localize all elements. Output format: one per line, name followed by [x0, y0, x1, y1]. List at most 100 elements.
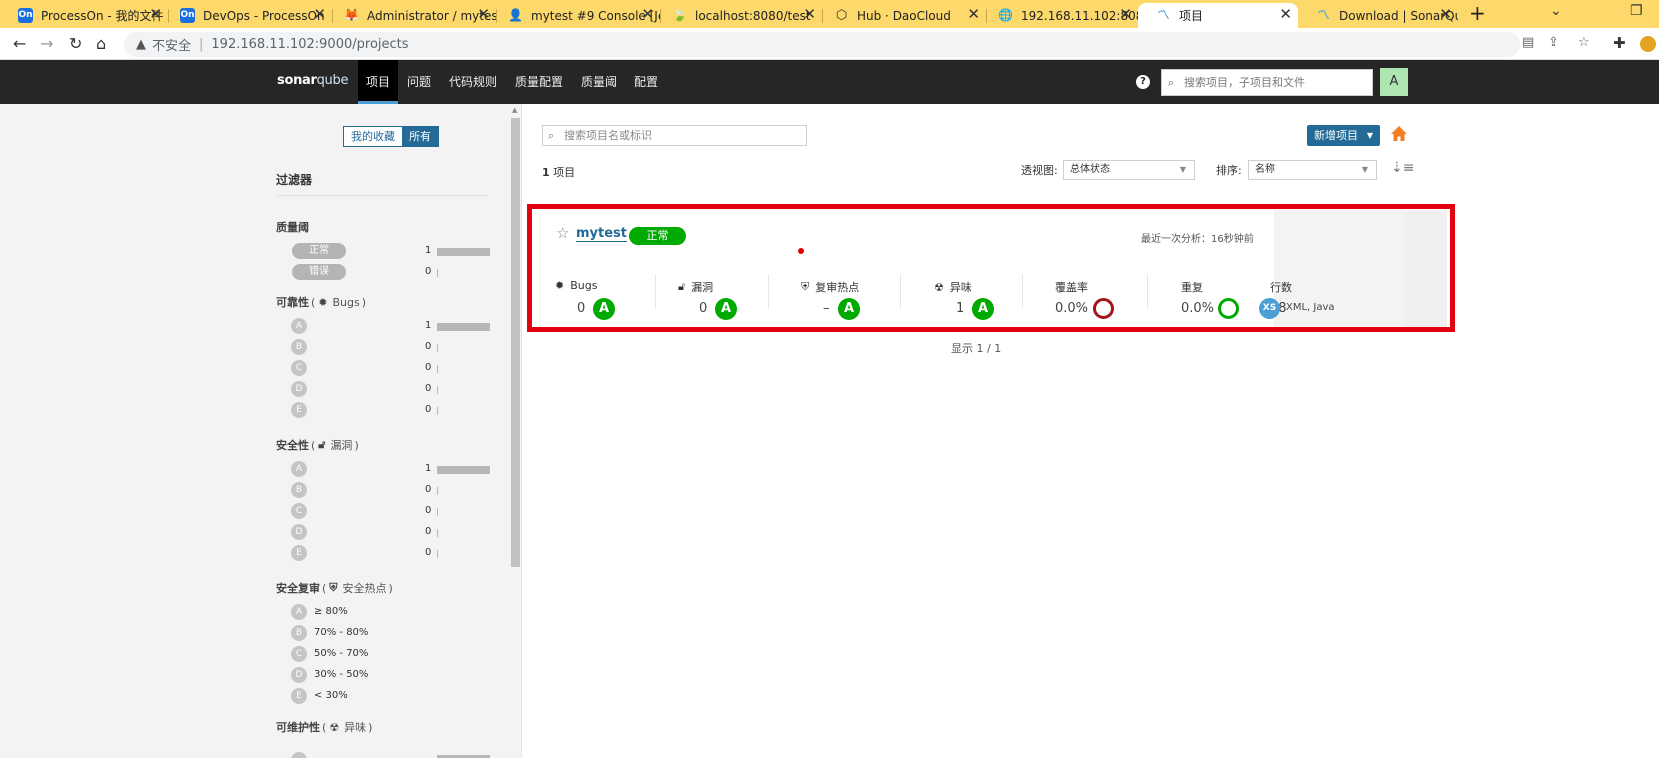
warning-triangle-icon: ▲ [136, 37, 146, 52]
browser-tab-daocloud[interactable]: ⬡ Hub · DaoCloud ✕ [816, 3, 986, 28]
perspective-label: 透视图: [1021, 164, 1058, 177]
facet-count: 0 [425, 266, 432, 277]
close-icon[interactable]: ✕ [477, 5, 490, 23]
gitlab-icon: 🦊 [344, 8, 359, 22]
browser-tab-jenkins[interactable]: 👤 mytest #9 Console [Jenkins] ✕ [490, 3, 660, 28]
sort-select[interactable]: 名称 ▼ [1248, 160, 1377, 180]
close-icon[interactable]: ✕ [149, 5, 162, 23]
all-projects-button[interactable]: 所有 [402, 127, 438, 146]
browser-tab-devops[interactable]: On DevOps - ProcessOn ✕ [162, 3, 332, 28]
nav-quality-profiles[interactable]: 质量配置 [507, 60, 571, 104]
user-avatar[interactable]: A [1380, 68, 1408, 96]
facet-count: 0 [425, 484, 432, 495]
home-icon[interactable] [1389, 124, 1409, 144]
rating-a-option[interactable]: A [291, 604, 307, 620]
browser-tab-processon-files[interactable]: On ProcessOn - 我的文件 ✕ [0, 3, 168, 28]
close-icon[interactable]: ✕ [1439, 5, 1452, 23]
scroll-up-arrow-icon[interactable]: ▲ [512, 106, 517, 114]
rating-b-option[interactable]: B [291, 339, 307, 355]
logo-text: sonar [277, 73, 317, 88]
tab-search-icon[interactable]: ⌄ [1550, 3, 1562, 19]
rating-b-option[interactable]: B [291, 625, 307, 641]
search-icon: ⌕ [548, 129, 555, 142]
new-project-label: 新增项目 [1314, 129, 1358, 142]
rating-b-option[interactable]: B [291, 482, 307, 498]
facet-bar [437, 344, 438, 352]
share-icon[interactable]: ⇪ [1548, 35, 1559, 50]
rating-e-option[interactable]: E [291, 402, 307, 418]
new-tab-button[interactable]: + [1469, 1, 1486, 25]
shield-icon: ⛨ [329, 581, 338, 594]
browser-tab-projects-active[interactable]: 〽 项目 ✕ [1138, 3, 1298, 28]
browser-tab-sonar-download[interactable]: 〽 Download | SonarQube ✕ [1298, 3, 1458, 28]
close-icon[interactable]: ✕ [313, 5, 326, 23]
facet-count: 1 [425, 245, 432, 256]
bookmark-star-icon[interactable]: ☆ [1578, 35, 1590, 50]
close-icon[interactable]: ✕ [1119, 5, 1132, 23]
global-search-input[interactable]: ⌕ 搜索项目，子项目和文件 [1161, 69, 1373, 96]
translate-icon[interactable]: ▤ [1522, 35, 1534, 50]
rating-e-option[interactable]: E [291, 545, 307, 561]
close-icon[interactable]: ✕ [803, 5, 816, 23]
sort-value: 名称 [1255, 164, 1275, 175]
sonarqube-logo[interactable]: sonarqube [277, 73, 348, 88]
browser-tab-nexus[interactable]: 🌐 192.168.11.102:8081 ✕ [980, 3, 1138, 28]
forward-arrow-icon[interactable]: → [40, 34, 53, 54]
browser-tab-gitlab[interactable]: 🦊 Administrator / mytest ✕ [326, 3, 496, 28]
rating-d-option[interactable]: D [291, 524, 307, 540]
nav-rules[interactable]: 代码规则 [441, 60, 505, 104]
search-placeholder: 搜索项目，子项目和文件 [1184, 76, 1305, 89]
reload-icon[interactable]: ↻ [69, 34, 82, 54]
nav-quality-gates[interactable]: 质量阈 [573, 60, 625, 104]
close-icon[interactable]: ✕ [641, 5, 654, 23]
quality-gate-ok-option[interactable]: 正常 [292, 243, 346, 259]
filters-sidebar: 我的收藏 所有 过滤器 质量阈 正常 1 错误 0 可靠性(✹ Bugs) A 1… [0, 104, 522, 758]
browser-tab-localhost[interactable]: 🍃 localhost:8080/test ✕ [654, 3, 822, 28]
sort-direction-icon[interactable]: ⇣≡ [1391, 160, 1414, 176]
close-icon[interactable]: ✕ [1279, 5, 1292, 23]
restore-window-icon[interactable]: ❐ [1630, 3, 1643, 19]
pagination-summary: 显示 1 / 1 [951, 342, 1002, 355]
facet-bar [437, 550, 438, 558]
rating-c-option[interactable]: C [291, 503, 307, 519]
radiation-icon: ☢ [329, 720, 340, 734]
red-highlight-box [527, 204, 1455, 332]
facet-title-text: 安全复审 [276, 582, 320, 595]
address-bar[interactable]: ▲ 不安全 | 192.168.11.102:9000/projects [124, 32, 1520, 57]
favorites-toggle: 我的收藏 所有 [343, 126, 439, 147]
paren-close: ) [361, 295, 367, 309]
rating-d-option[interactable]: D [291, 381, 307, 397]
nav-issues[interactable]: 问题 [399, 60, 439, 104]
browser-tab-strip: On ProcessOn - 我的文件 ✕ On DevOps - Proces… [0, 0, 1659, 28]
rating-a-option[interactable] [291, 752, 307, 758]
extensions-puzzle-icon[interactable]: ✚ [1613, 34, 1626, 52]
my-favorites-button[interactable]: 我的收藏 [344, 127, 402, 146]
filters-title: 过滤器 [276, 173, 313, 187]
rating-d-option[interactable]: D [291, 667, 307, 683]
range-label: < 30% [314, 690, 348, 701]
paren-open: ( [322, 581, 327, 595]
help-icon[interactable]: ? [1136, 75, 1150, 89]
project-search-input[interactable]: ⌕ 搜索项目名或标识 [542, 125, 807, 146]
facet-bar [437, 269, 438, 277]
rating-c-option[interactable]: C [291, 360, 307, 376]
perspective-select[interactable]: 总体状态 ▼ [1063, 160, 1195, 180]
nav-projects[interactable]: 项目 [358, 60, 399, 104]
profile-avatar-icon[interactable] [1640, 36, 1656, 52]
paren-close: ) [354, 438, 359, 452]
lock-icon: 🔓︎ [318, 438, 326, 451]
bug-icon: ✹ [318, 295, 328, 309]
nav-administration[interactable]: 配置 [626, 60, 666, 104]
logo-text-q: qube [316, 73, 349, 88]
sidebar-scrollbar[interactable] [511, 118, 520, 567]
back-arrow-icon[interactable]: ← [13, 34, 26, 54]
rating-e-option[interactable]: E [291, 688, 307, 704]
close-icon[interactable]: ✕ [967, 5, 980, 23]
new-project-button[interactable]: 新增项目 ▼ [1307, 125, 1380, 146]
rating-a-option[interactable]: A [291, 461, 307, 477]
quality-gate-error-option[interactable]: 错误 [292, 264, 346, 280]
rating-a-option[interactable]: A [291, 318, 307, 334]
rating-c-option[interactable]: C [291, 646, 307, 662]
home-nav-icon[interactable]: ⌂ [96, 34, 106, 54]
projects-main: ⌕ 搜索项目名或标识 新增项目 ▼ 1 项目 透视图: 总体状态 ▼ 排序: 名… [523, 104, 1659, 758]
